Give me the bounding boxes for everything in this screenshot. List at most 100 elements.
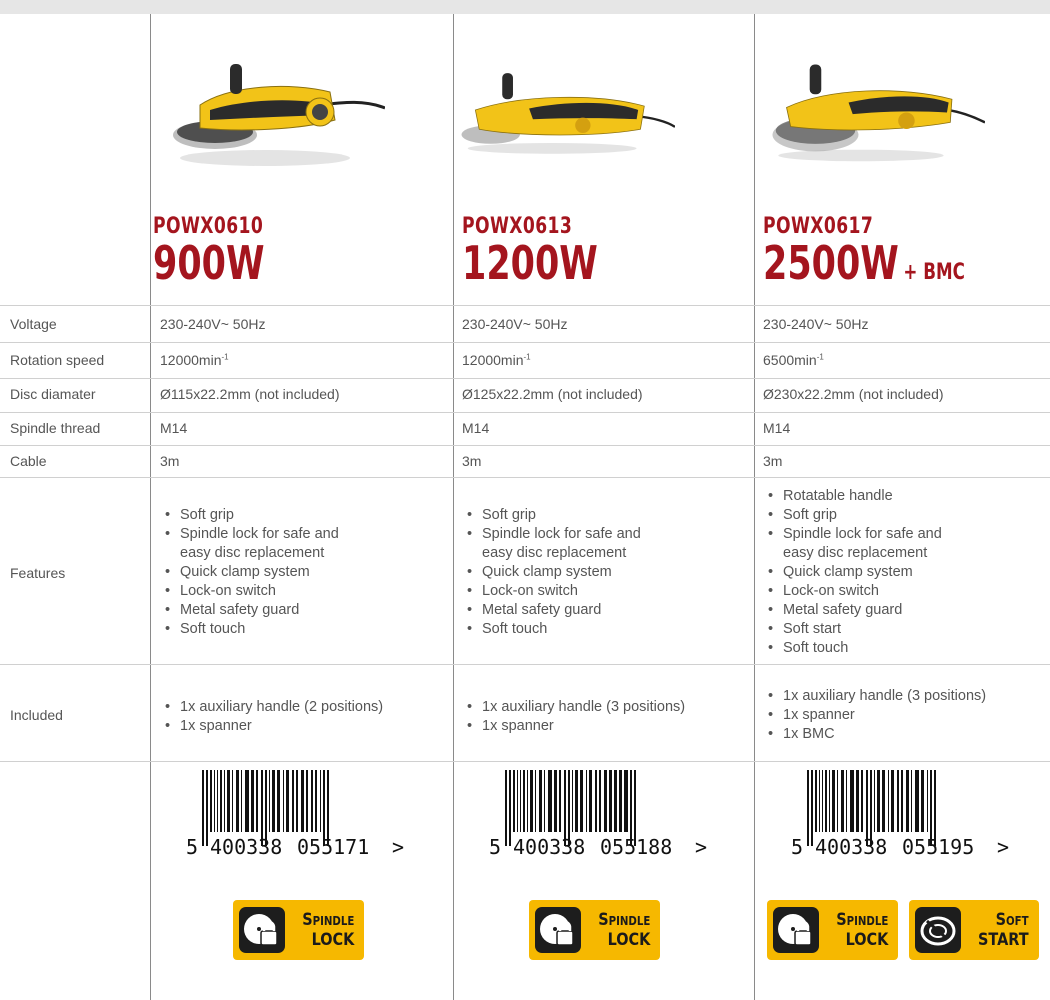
list-item: 1x spanner [160, 717, 383, 736]
speed-number: 6500min [763, 352, 817, 368]
barcode-bar [517, 770, 518, 832]
list-item: Quick clamp system [763, 563, 942, 582]
features-list: Soft grip Spindle lock for safe and easy… [462, 506, 641, 639]
barcode-bar [509, 770, 511, 846]
cable-value: 3m [160, 453, 180, 469]
barcode-bar [589, 770, 592, 832]
list-item: easy disc replacement [482, 545, 627, 561]
speed-number: 12000min [160, 352, 222, 368]
row-divider [0, 445, 1050, 446]
voltage-value: 230-240V~ 50Hz [763, 316, 869, 332]
barcode-bar [599, 770, 601, 832]
features-list: Rotatable handle Soft grip Spindle lock … [763, 487, 942, 658]
barcode-bar [554, 770, 557, 832]
barcode-left-digits: 400338 [513, 835, 585, 858]
barcode-first-digit: 5 [791, 835, 803, 858]
list-item: Lock-on switch [462, 582, 641, 601]
barcode-bar [822, 770, 823, 832]
power-suffix: + BMC [903, 260, 965, 285]
speed-exponent: -1 [816, 352, 824, 362]
barcode-bar [283, 770, 284, 832]
speed-value: 6500min-1 [763, 352, 824, 368]
row-divider [0, 305, 1050, 306]
row-label-spindle-thread: Spindle thread [10, 420, 101, 436]
barcode-bar [210, 770, 212, 832]
barcode-bar [901, 770, 903, 832]
row-divider [0, 477, 1050, 478]
speed-exponent: -1 [523, 352, 531, 362]
power-value: 1200W [462, 236, 598, 290]
row-divider [0, 412, 1050, 413]
barcode-bar [832, 770, 835, 832]
barcode-bar [874, 770, 875, 832]
list-item: Soft grip [763, 506, 942, 525]
barcode-bar [527, 770, 528, 832]
speed-value: 12000min-1 [160, 352, 229, 368]
barcode-bar [921, 770, 924, 832]
list-item: Metal safety guard [160, 601, 339, 620]
list-item: Spindle lock for safe and [462, 525, 641, 544]
badge-spindle-lock: Spindle LOCK [529, 900, 661, 960]
power-rating: 2500W + BMC [763, 236, 965, 290]
list-item: Soft touch [462, 620, 641, 639]
barcode-bar [807, 770, 809, 846]
list-item: Soft touch [763, 639, 942, 658]
spindle-lock-icon [239, 907, 285, 953]
barcode-bar [850, 770, 854, 832]
speed-number: 12000min [462, 352, 524, 368]
row-divider [0, 761, 1050, 762]
barcode-bar [897, 770, 899, 832]
barcode-bar [505, 770, 507, 846]
cable-value: 3m [763, 453, 783, 469]
barcode-bar [292, 770, 294, 832]
features-list: Soft grip Spindle lock for safe and easy… [160, 506, 339, 639]
voltage-value: 230-240V~ 50Hz [462, 316, 568, 332]
badge-line1: Soft [995, 910, 1029, 930]
barcode-bar [906, 770, 909, 832]
barcode-bar [224, 770, 225, 832]
barcode-bar [227, 770, 230, 832]
list-item: Lock-on switch [160, 582, 339, 601]
barcode-bar [513, 770, 515, 832]
barcode-left-digits: 400338 [815, 835, 887, 858]
barcode-bar [815, 770, 817, 832]
barcode-bar [206, 770, 208, 846]
list-item: easy disc replacement [180, 545, 325, 561]
barcode-first-digit: 5 [186, 835, 198, 858]
thread-value: M14 [763, 420, 791, 436]
barcode-bar [320, 770, 321, 832]
barcode-right-digits: 055188 [600, 835, 672, 858]
barcode-end-mark: > [997, 835, 1009, 858]
power-rating: 1200W [462, 236, 602, 290]
barcode-bar [609, 770, 612, 832]
column-divider [150, 14, 151, 1000]
row-label-rotation-speed: Rotation speed [10, 352, 105, 368]
column-divider [754, 14, 755, 1000]
list-item: 1x spanner [763, 706, 986, 725]
row-label-included: Included [10, 707, 63, 723]
barcode-end-mark: > [695, 835, 707, 858]
badge-text: Spindle LOCK [598, 910, 650, 950]
badge-text: Soft START [978, 910, 1029, 950]
barcode-bar [575, 770, 578, 832]
list-item: Spindle lock for safe and [160, 525, 339, 544]
barcode-bar [286, 770, 289, 832]
included-list: 1x auxiliary handle (3 positions) 1x spa… [462, 698, 685, 736]
badge-soft-start: Soft START [909, 900, 1039, 960]
list-item: Quick clamp system [160, 563, 339, 582]
barcode-bar [911, 770, 912, 832]
top-band [0, 0, 1050, 14]
barcode-bar [523, 770, 525, 832]
list-item: Soft start [763, 620, 942, 639]
barcode-bar [296, 770, 298, 832]
barcode-bar [829, 770, 830, 832]
thread-value: M14 [462, 420, 490, 436]
speed-exponent: -1 [221, 352, 229, 362]
barcode-end-mark: > [392, 835, 404, 858]
barcode: 5 400338 055195 > [791, 770, 1009, 858]
badge-text: Spindle LOCK [302, 910, 354, 950]
barcode-bar [256, 770, 258, 832]
barcode-bar [530, 770, 533, 832]
barcode-bar [586, 770, 587, 832]
list-item: Lock-on switch [763, 582, 942, 601]
